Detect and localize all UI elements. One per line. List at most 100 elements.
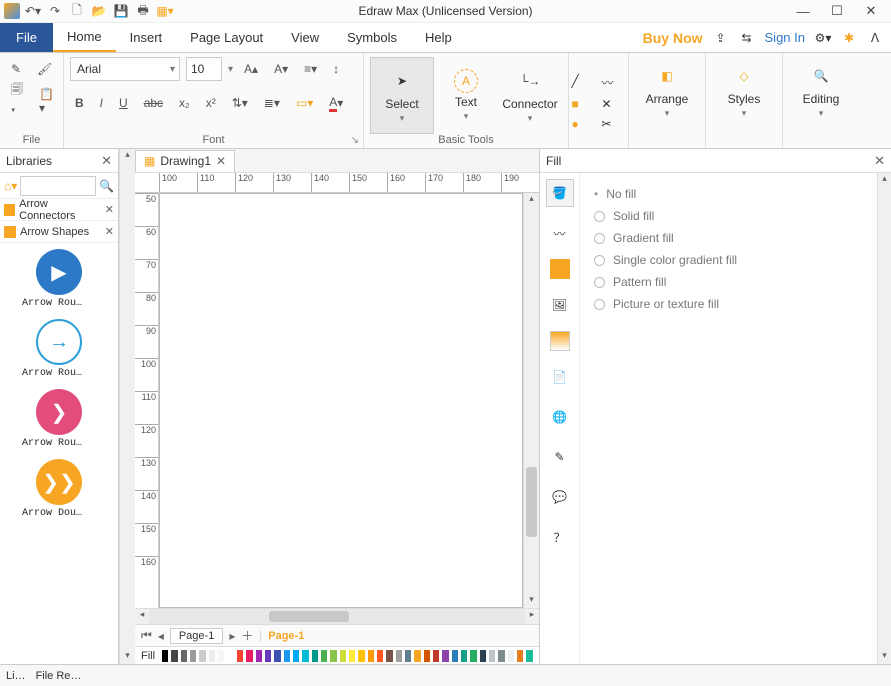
bold-icon[interactable]: B bbox=[70, 91, 89, 115]
crop-shape-icon[interactable]: ✂ bbox=[602, 117, 626, 131]
color-swatch[interactable] bbox=[424, 650, 430, 662]
color-swatch[interactable] bbox=[274, 650, 280, 662]
select-tool[interactable]: ➤ Select ▾ bbox=[370, 57, 434, 134]
color-swatch[interactable] bbox=[442, 650, 448, 662]
collapse-ribbon-icon[interactable]: ᐱ bbox=[867, 30, 883, 46]
color-swatch[interactable] bbox=[433, 650, 439, 662]
color-swatch[interactable] bbox=[396, 650, 402, 662]
color-swatch[interactable] bbox=[368, 650, 374, 662]
page-first[interactable]: ⏮ bbox=[141, 628, 152, 643]
styles-tool[interactable]: ◇Styles▾ bbox=[712, 57, 776, 124]
color-swatch[interactable] bbox=[284, 650, 290, 662]
file-menu[interactable]: File bbox=[0, 23, 53, 52]
ellipse-shape-icon[interactable]: ● bbox=[572, 117, 596, 131]
color-swatch[interactable] bbox=[227, 650, 233, 662]
italic-icon[interactable]: I bbox=[95, 91, 108, 115]
connector-tool[interactable]: └→ Connector ▾ bbox=[498, 57, 562, 134]
color-swatch[interactable] bbox=[256, 650, 262, 662]
color-swatch[interactable] bbox=[321, 650, 327, 662]
shrink-font-icon[interactable]: A▾ bbox=[269, 57, 293, 81]
fill-option[interactable]: Pattern fill bbox=[594, 271, 863, 293]
buy-now-link[interactable]: Buy Now bbox=[643, 30, 703, 46]
lib-cat-shapes[interactable]: Arrow Shapes✕ bbox=[0, 221, 118, 243]
color-swatch[interactable] bbox=[405, 650, 411, 662]
color-swatch[interactable] bbox=[414, 650, 420, 662]
tab-view[interactable]: View bbox=[277, 23, 333, 52]
paste-icon[interactable]: 📋▾ bbox=[34, 89, 59, 113]
strike-icon[interactable]: abc bbox=[139, 91, 168, 115]
color-swatch[interactable] bbox=[480, 650, 486, 662]
hscroll-thumb[interactable] bbox=[269, 611, 349, 622]
close-fill-panel-icon[interactable]: ✕ bbox=[874, 153, 885, 169]
font-dialog-launcher[interactable]: ↘ bbox=[351, 135, 359, 146]
underline-icon[interactable]: U bbox=[114, 91, 133, 115]
add-page[interactable]: ＋ bbox=[241, 627, 253, 644]
color-swatch[interactable] bbox=[171, 650, 177, 662]
line-shape-icon[interactable]: ╱ bbox=[572, 74, 596, 91]
color-swatch[interactable] bbox=[181, 650, 187, 662]
fill-edit-icon[interactable]: ✎ bbox=[546, 443, 574, 471]
font-name-select[interactable]: Arial bbox=[70, 57, 180, 81]
fill-scroll-up[interactable]: ▴ bbox=[878, 173, 891, 187]
close-doc-icon[interactable]: ✕ bbox=[216, 154, 226, 168]
save-icon[interactable]: 💾 bbox=[112, 2, 130, 20]
highlight-icon[interactable]: ▭▾ bbox=[291, 91, 318, 115]
fill-globe-icon[interactable]: 🌐 bbox=[546, 403, 574, 431]
text-tool[interactable]: A Text ▾ bbox=[434, 57, 498, 134]
lib-home-icon[interactable]: ⌂▾ bbox=[4, 179, 17, 193]
color-swatch[interactable] bbox=[312, 650, 318, 662]
brush-icon[interactable]: 🖌 bbox=[32, 57, 57, 81]
logo-icon[interactable]: ✱ bbox=[841, 30, 857, 46]
superscript-icon[interactable]: x² bbox=[201, 91, 221, 115]
tab-home[interactable]: Home bbox=[53, 23, 116, 52]
shape-item[interactable]: ❯Arrow Rou… bbox=[4, 389, 114, 449]
minimize-button[interactable]: — bbox=[791, 2, 815, 20]
color-swatch[interactable] bbox=[517, 650, 523, 662]
arrange-tool[interactable]: ◧Arrange▾ bbox=[635, 57, 699, 124]
fill-scroll-down[interactable]: ▾ bbox=[878, 650, 891, 664]
editing-tool[interactable]: 🔍Editing▾ bbox=[789, 57, 853, 124]
fill-solid-icon[interactable] bbox=[550, 259, 570, 279]
shape-item[interactable]: ❯❯Arrow Dou… bbox=[4, 459, 114, 519]
library-search-icon[interactable]: 🔍 bbox=[99, 179, 114, 193]
share-icon[interactable]: ⇆ bbox=[739, 30, 755, 46]
color-swatch[interactable] bbox=[330, 650, 336, 662]
color-swatch[interactable] bbox=[386, 650, 392, 662]
bullets-icon[interactable]: ≣▾ bbox=[259, 91, 285, 115]
color-swatch[interactable] bbox=[237, 650, 243, 662]
fill-option[interactable]: Picture or texture fill bbox=[594, 293, 863, 315]
sign-in-link[interactable]: Sign In bbox=[765, 30, 805, 45]
align-icon[interactable]: ≡▾ bbox=[299, 57, 322, 81]
shape-item[interactable]: ▶Arrow Rou… bbox=[4, 249, 114, 309]
close-button[interactable]: ✕ bbox=[859, 2, 883, 20]
print-icon[interactable]: 🖶 bbox=[134, 2, 152, 20]
close-libraries-icon[interactable]: ✕ bbox=[101, 153, 112, 169]
curve-shape-icon[interactable]: 〰 bbox=[602, 74, 626, 91]
color-swatch[interactable] bbox=[293, 650, 299, 662]
color-swatch[interactable] bbox=[358, 650, 364, 662]
color-swatch[interactable] bbox=[498, 650, 504, 662]
color-swatch[interactable] bbox=[526, 650, 532, 662]
color-swatch[interactable] bbox=[489, 650, 495, 662]
color-swatch[interactable] bbox=[199, 650, 205, 662]
fill-option[interactable]: Single color gradient fill bbox=[594, 249, 863, 271]
color-swatch[interactable] bbox=[340, 650, 346, 662]
fill-help-icon[interactable]: ？ bbox=[546, 523, 574, 551]
export-icon[interactable]: ⇪ bbox=[713, 30, 729, 46]
fill-page-icon[interactable]: 📄 bbox=[546, 363, 574, 391]
tab-symbols[interactable]: Symbols bbox=[333, 23, 411, 52]
canvas-scroll-left[interactable]: ◂ bbox=[135, 609, 149, 624]
color-swatch[interactable] bbox=[265, 650, 271, 662]
tab-help[interactable]: Help bbox=[411, 23, 466, 52]
copy-icon[interactable]: 🗐▾ bbox=[6, 89, 28, 113]
new-icon[interactable]: 🗋 bbox=[68, 2, 86, 20]
options-icon[interactable]: ▦▾ bbox=[156, 2, 174, 20]
text-direction-icon[interactable]: ↕ bbox=[328, 57, 344, 81]
color-swatch[interactable] bbox=[302, 650, 308, 662]
page-next[interactable]: ▸ bbox=[229, 629, 235, 643]
open-icon[interactable]: 📂 bbox=[90, 2, 108, 20]
fill-picture-icon[interactable]: 🖼 bbox=[546, 291, 574, 319]
document-tab[interactable]: ▦Drawing1✕ bbox=[135, 150, 235, 172]
color-swatch[interactable] bbox=[452, 650, 458, 662]
delete-shape-icon[interactable]: ✕ bbox=[602, 97, 626, 111]
